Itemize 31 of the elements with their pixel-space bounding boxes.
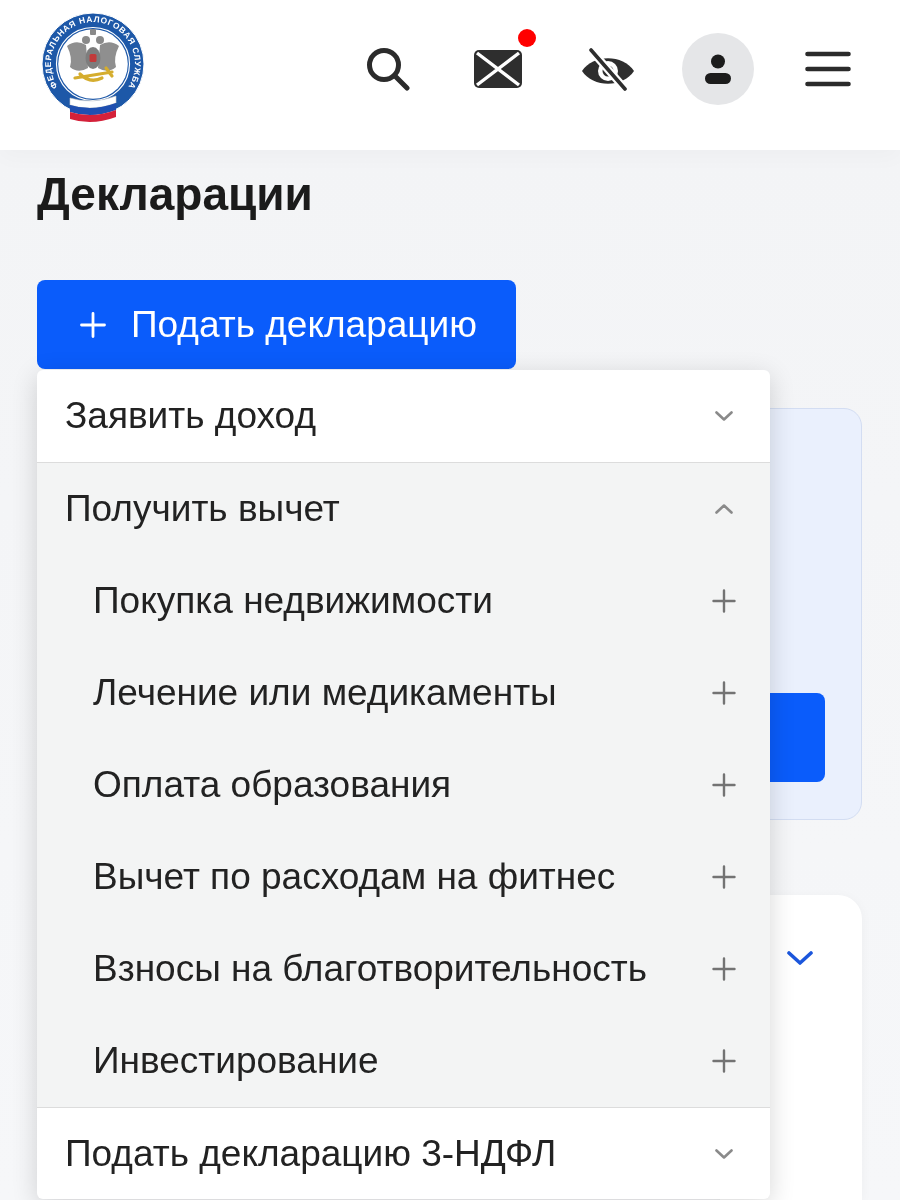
- person-icon: [704, 53, 732, 84]
- chevron-down-icon: [715, 411, 733, 421]
- menu-item[interactable]: Получить вычет: [37, 463, 770, 555]
- eye-slash-icon: [580, 46, 636, 91]
- plus-icon: [712, 773, 736, 797]
- plus-icon: [712, 1049, 736, 1073]
- plus-icon: [712, 957, 736, 981]
- mail-button[interactable]: [474, 49, 522, 88]
- chevron-down-icon[interactable]: [787, 951, 813, 965]
- menu-item[interactable]: Заявить доход: [37, 370, 770, 462]
- plus-icon: [712, 865, 736, 889]
- submenu-item[interactable]: Вычет по расходам на фитнес: [37, 831, 770, 923]
- chevron-up-icon: [715, 504, 733, 514]
- submenu-item[interactable]: Взносы на благотворительность: [37, 923, 770, 1015]
- plus-icon: [80, 311, 106, 338]
- page-title: Декларации: [37, 167, 313, 221]
- menu-item[interactable]: Подать декларацию 3-НДФЛ: [37, 1108, 770, 1199]
- plus-icon: [712, 589, 736, 613]
- visibility-button[interactable]: [580, 46, 636, 91]
- menu-button[interactable]: [805, 50, 851, 87]
- chevron-down-icon: [715, 1148, 733, 1159]
- search-button[interactable]: [366, 46, 410, 91]
- submenu-item[interactable]: Покупка недвижимости: [37, 555, 770, 647]
- add-declaration-button[interactable]: Подать декларацию: [37, 280, 516, 369]
- plus-icon: [712, 681, 736, 705]
- submenu-item[interactable]: Оплата образования: [37, 739, 770, 831]
- hamburger-menu-icon: [805, 50, 851, 87]
- search-icon: [366, 46, 410, 91]
- submenu-item[interactable]: Инвестирование: [37, 1015, 770, 1107]
- submenu-item[interactable]: Лечение или медикаменты: [37, 647, 770, 739]
- envelope-icon: [474, 49, 522, 88]
